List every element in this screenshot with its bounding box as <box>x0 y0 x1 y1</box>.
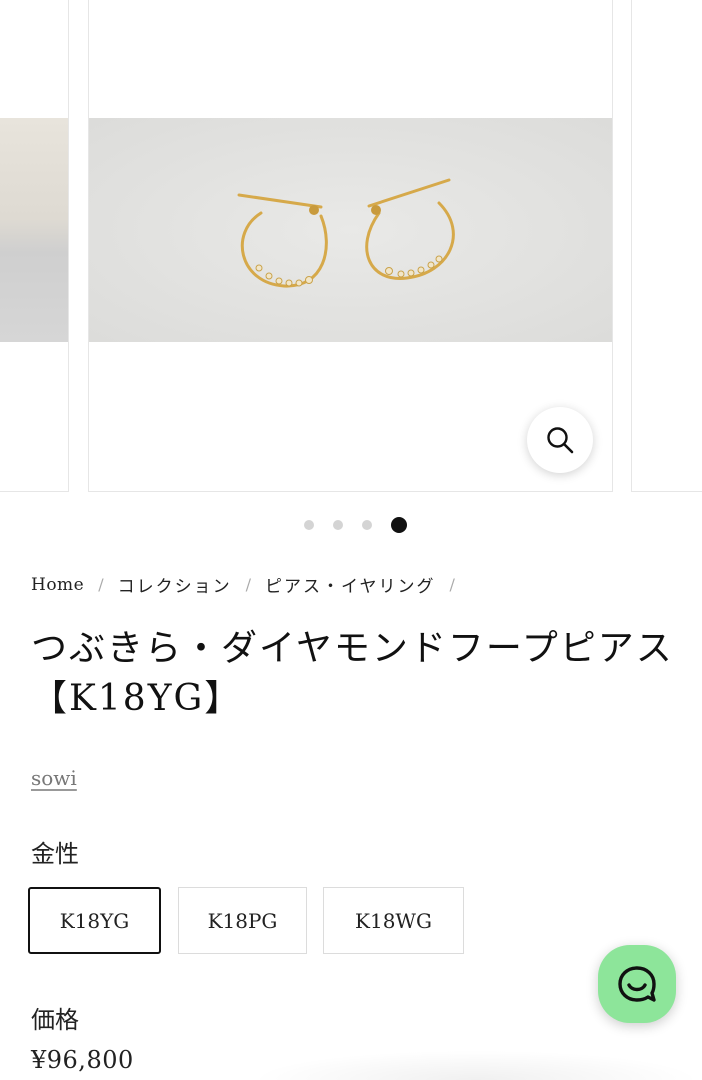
chat-bubble-icon <box>618 966 656 1002</box>
breadcrumb: Home / コレクション / ピアス・イヤリング / <box>31 572 469 598</box>
vendor-link[interactable]: sowi <box>31 766 77 790</box>
zoom-button[interactable] <box>527 407 593 473</box>
breadcrumb-collection[interactable]: コレクション <box>118 572 232 597</box>
carousel-dot[interactable] <box>361 520 372 530</box>
product-image-carousel[interactable] <box>0 0 702 500</box>
chat-button[interactable] <box>598 945 676 1023</box>
bottom-shadow <box>250 1050 702 1080</box>
product-title: つぶきら・ダイヤモンドフープピアス【K18YG】 <box>31 628 674 719</box>
metal-option-selector: K18YG K18PG K18WG <box>28 887 464 954</box>
breadcrumb-separator: / <box>98 575 104 594</box>
breadcrumb-category[interactable]: ピアス・イヤリング <box>265 572 436 597</box>
next-slide[interactable] <box>631 0 702 492</box>
variant-k18wg[interactable]: K18WG <box>323 887 464 954</box>
variant-k18pg[interactable]: K18PG <box>178 887 307 954</box>
variant-k18yg[interactable]: K18YG <box>28 887 161 954</box>
carousel-dot-active[interactable] <box>390 517 407 533</box>
previous-product-photo <box>0 118 68 342</box>
earrings-photo <box>89 118 612 342</box>
metal-option-label: 金性 <box>31 840 79 868</box>
breadcrumb-separator: / <box>245 575 252 594</box>
previous-slide[interactable] <box>0 0 69 492</box>
breadcrumb-home[interactable]: Home <box>31 575 84 595</box>
carousel-dot[interactable] <box>303 520 314 530</box>
carousel-dot[interactable] <box>332 520 343 530</box>
magnifier-icon <box>547 427 574 454</box>
breadcrumb-separator: / <box>449 575 455 594</box>
price-label: 価格 <box>31 1006 79 1034</box>
price-value: ¥96,800 <box>31 1046 134 1074</box>
current-slide[interactable] <box>88 0 613 492</box>
